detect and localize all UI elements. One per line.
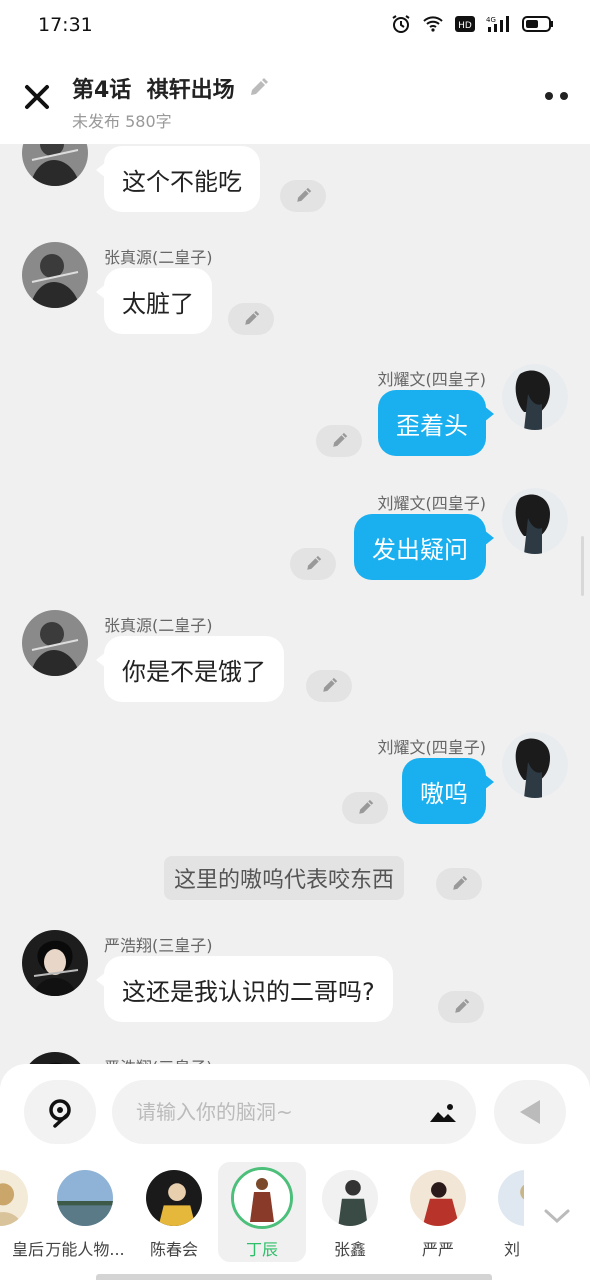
svg-text:4G: 4G — [486, 16, 496, 24]
role-name: 皇后 — [11, 1240, 44, 1259]
role-avatar — [57, 1170, 113, 1226]
send-icon — [520, 1100, 540, 1124]
role-avatar — [0, 1170, 28, 1226]
dot-icon — [545, 92, 553, 100]
scrollbar[interactable] — [581, 536, 584, 596]
role-selector[interactable]: 皇后 万能人物... 陈春会 丁辰 张鑫 严严 刘 — [0, 1162, 590, 1274]
signal-4g-icon: 4G — [486, 16, 509, 32]
role-item[interactable]: 万能人物... — [41, 1162, 129, 1262]
avatar-yan[interactable] — [22, 1052, 88, 1064]
pencil-icon — [453, 875, 468, 890]
edit-message-button[interactable] — [290, 548, 336, 580]
wifi-icon — [423, 16, 443, 32]
role-name: 万能人物... — [45, 1240, 125, 1259]
status-time: 17:31 — [38, 14, 93, 36]
avatar-liu[interactable] — [502, 488, 568, 554]
avatar-zhang[interactable] — [22, 242, 88, 308]
chevron-down-icon[interactable] — [542, 1206, 572, 1226]
voice-button[interactable] — [24, 1080, 96, 1144]
send-button[interactable] — [494, 1080, 566, 1144]
narration-bubble[interactable]: 这里的嗷呜代表咬东西 — [164, 856, 405, 900]
speaker-name: 刘耀文(四皇子) — [377, 494, 487, 513]
pencil-icon — [297, 187, 312, 202]
status-icons: HD 4G — [390, 14, 554, 34]
chapter-title[interactable]: 第4话 祺轩出场 — [72, 72, 235, 104]
edit-message-button[interactable] — [316, 425, 362, 457]
avatar-zhang[interactable] — [22, 610, 88, 676]
pencil-icon — [307, 555, 322, 570]
role-name: 张鑫 — [333, 1240, 366, 1259]
chat-area[interactable]: 这个不能吃 张真源(二皇子) 太脏了 刘耀文(四皇子) 歪着头 刘耀文(四皇子)… — [0, 144, 590, 1064]
voice-icon — [49, 1099, 71, 1128]
chapter-status: 未发布 580字 — [72, 112, 172, 131]
close-icon[interactable] — [22, 82, 52, 112]
speaker-name: 刘耀文(四皇子) — [377, 370, 487, 389]
avatar-liu[interactable] — [502, 364, 568, 430]
message-bubble[interactable]: 太脏了 — [96, 268, 212, 334]
battery-icon — [522, 16, 553, 32]
avatar-yan[interactable] — [22, 930, 88, 996]
status-bar: 17:31 HD 4G — [0, 0, 590, 52]
speaker-name: 张真源(二皇子) — [104, 616, 213, 635]
role-name: 陈春会 — [149, 1240, 198, 1259]
pencil-icon[interactable] — [247, 77, 269, 99]
message-bubble[interactable]: 这个不能吃 — [96, 146, 260, 212]
edit-message-button[interactable] — [436, 868, 482, 900]
message-bubble[interactable]: 你是不是饿了 — [96, 636, 284, 702]
speaker-name: 严浩翔(三皇子) — [104, 1054, 213, 1064]
dot-icon — [560, 92, 568, 100]
alarm-icon — [392, 15, 410, 33]
speaker-name: 张真源(二皇子) — [104, 248, 213, 267]
role-name: 丁辰 — [245, 1240, 278, 1259]
pencil-icon — [455, 998, 470, 1013]
role-item[interactable]: 严严 — [394, 1162, 482, 1262]
avatar-liu[interactable] — [502, 732, 568, 798]
pencil-icon — [333, 432, 348, 447]
speaker-name: 严浩翔(三皇子) — [104, 936, 213, 955]
edit-message-button[interactable] — [280, 180, 326, 212]
pencil-icon — [245, 310, 260, 325]
role-item-selected[interactable]: 丁辰 — [218, 1162, 306, 1262]
role-item[interactable]: 皇后 — [0, 1162, 44, 1262]
role-item[interactable]: 陈春会 — [130, 1162, 218, 1262]
home-indicator — [96, 1274, 492, 1280]
edit-message-button[interactable] — [438, 991, 484, 1023]
avatar-zhang[interactable] — [22, 144, 88, 186]
hd-icon: HD — [455, 16, 475, 32]
pencil-icon — [359, 799, 374, 814]
role-name: 严严 — [421, 1240, 454, 1259]
image-icon[interactable] — [428, 1100, 458, 1126]
editor-header: 第4话 祺轩出场 未发布 580字 — [0, 52, 590, 144]
input-container — [112, 1080, 476, 1144]
edit-message-button[interactable] — [342, 792, 388, 824]
message-bubble[interactable]: 歪着头 — [378, 390, 494, 456]
message-input[interactable] — [136, 1080, 416, 1144]
role-avatar — [231, 1167, 293, 1229]
role-avatar — [146, 1170, 202, 1226]
speaker-name: 刘耀文(四皇子) — [377, 738, 487, 757]
more-options-button[interactable] — [545, 92, 568, 100]
message-bubble[interactable]: 发出疑问 — [354, 514, 494, 580]
svg-text:HD: HD — [458, 21, 472, 31]
role-avatar — [410, 1170, 466, 1226]
edit-message-button[interactable] — [306, 670, 352, 702]
message-bubble[interactable]: 嗷呜 — [402, 758, 494, 824]
role-item[interactable]: 张鑫 — [306, 1162, 394, 1262]
message-bubble[interactable]: 这还是我认识的二哥吗? — [96, 956, 393, 1022]
input-panel: 皇后 万能人物... 陈春会 丁辰 张鑫 严严 刘 — [0, 1064, 590, 1280]
role-avatar — [322, 1170, 378, 1226]
pencil-icon — [323, 677, 338, 692]
title-row: 第4话 祺轩出场 — [72, 72, 269, 104]
edit-message-button[interactable] — [228, 303, 274, 335]
